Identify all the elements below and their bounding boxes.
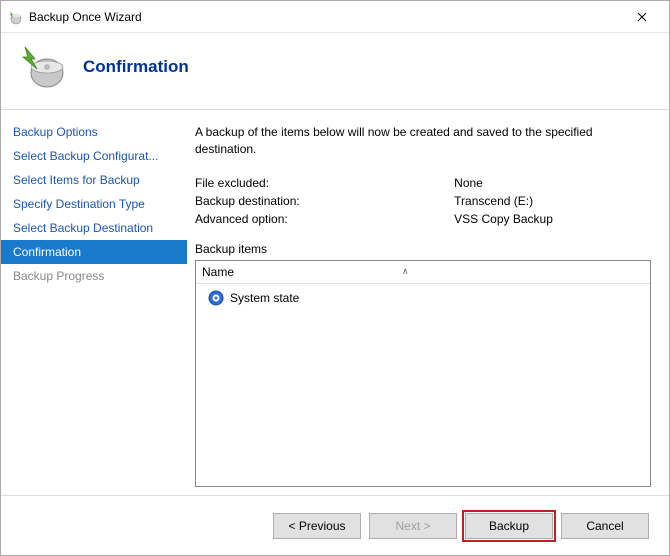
confirmation-description: A backup of the items below will now be … <box>195 124 651 158</box>
system-state-icon <box>208 290 224 306</box>
confirmation-info: File excluded: None Backup destination: … <box>195 174 651 228</box>
advanced-option-value: VSS Copy Backup <box>454 210 651 228</box>
wizard-header: Confirmation <box>1 33 669 109</box>
file-excluded-value: None <box>454 174 651 192</box>
backup-items-list: Name ∧ System state <box>195 260 651 487</box>
backup-button[interactable]: Backup <box>465 513 553 539</box>
window-title: Backup Once Wizard <box>29 10 621 24</box>
items-body: System state <box>196 284 650 486</box>
file-excluded-label: File excluded: <box>195 174 454 192</box>
backup-destination-value: Transcend (E:) <box>454 192 651 210</box>
wizard-body: Backup Options Select Backup Configurat.… <box>1 109 669 495</box>
list-item-label: System state <box>230 291 299 305</box>
sidebar-item-destination-type[interactable]: Specify Destination Type <box>1 192 187 216</box>
titlebar: Backup Once Wizard <box>1 1 669 33</box>
items-column-header[interactable]: Name ∧ <box>196 261 650 284</box>
wizard-footer: < Previous Next > Backup Cancel <box>1 495 669 555</box>
sidebar-item-select-items[interactable]: Select Items for Backup <box>1 168 187 192</box>
page-title: Confirmation <box>83 57 189 77</box>
previous-button[interactable]: < Previous <box>273 513 361 539</box>
sidebar-item-backup-options[interactable]: Backup Options <box>1 120 187 144</box>
sidebar-item-select-backup-config[interactable]: Select Backup Configurat... <box>1 144 187 168</box>
backup-header-icon <box>17 43 65 91</box>
cancel-button[interactable]: Cancel <box>561 513 649 539</box>
backup-items-label: Backup items <box>195 242 651 256</box>
wizard-sidebar: Backup Options Select Backup Configurat.… <box>1 110 187 495</box>
advanced-option-label: Advanced option: <box>195 210 454 228</box>
sort-indicator-icon: ∧ <box>402 266 414 277</box>
sidebar-item-backup-destination[interactable]: Select Backup Destination <box>1 216 187 240</box>
list-item[interactable]: System state <box>204 288 642 308</box>
backup-destination-label: Backup destination: <box>195 192 454 210</box>
backup-once-wizard-window: Backup Once Wizard Confirmation Backup O… <box>0 0 670 556</box>
close-button[interactable] <box>621 3 663 31</box>
wizard-main: A backup of the items below will now be … <box>187 110 669 495</box>
backup-app-icon <box>7 9 23 25</box>
sidebar-item-backup-progress: Backup Progress <box>1 264 187 288</box>
column-name: Name <box>202 265 402 279</box>
sidebar-item-confirmation[interactable]: Confirmation <box>1 240 187 264</box>
next-button: Next > <box>369 513 457 539</box>
